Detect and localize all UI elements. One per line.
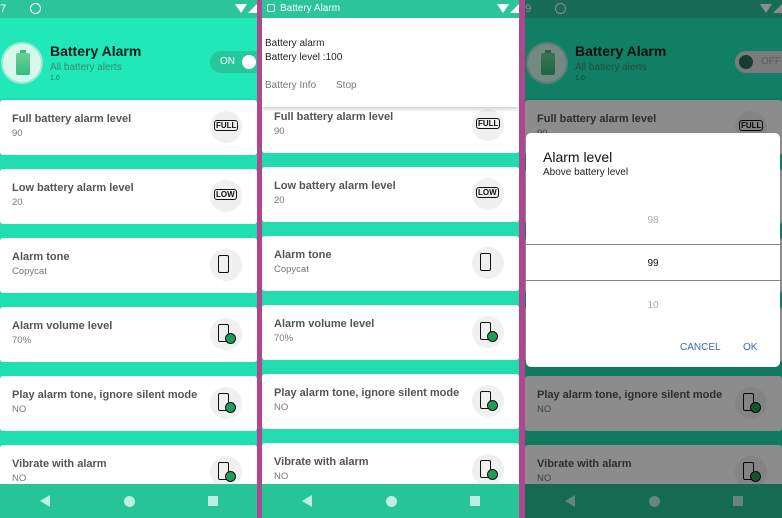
screen-notification: Battery Alarm All battery alerts 1.0 ON …: [262, 0, 519, 518]
toggle-knob: [242, 55, 256, 69]
app-notification-icon: [267, 4, 275, 12]
setting-item[interactable]: Full battery alarm level 90 FULL: [0, 100, 257, 155]
picker-value-next[interactable]: 10: [526, 300, 780, 311]
setting-value: NO: [274, 471, 289, 482]
setting-item[interactable]: Play alarm tone, ignore silent mode NO: [0, 376, 257, 431]
navigation-bar: [0, 484, 257, 518]
setting-item[interactable]: Alarm volume level 70%: [262, 305, 519, 360]
setting-icon: [472, 454, 504, 486]
setting-title: Play alarm tone, ignore silent mode: [12, 389, 198, 401]
status-app-title: Battery Alarm: [280, 3, 341, 14]
sync-off-icon: [30, 3, 41, 14]
cancel-button[interactable]: CANCEL: [680, 342, 721, 353]
signal-icon: [510, 4, 519, 13]
setting-item[interactable]: Alarm tone Copycat: [0, 238, 257, 293]
dialog-title: Alarm level: [543, 149, 613, 165]
setting-item[interactable]: Alarm tone Copycat: [262, 236, 519, 291]
ok-button[interactable]: OK: [743, 342, 757, 353]
wifi-icon: [235, 4, 247, 13]
setting-icon: [472, 316, 504, 348]
stop-action[interactable]: Stop: [336, 80, 357, 91]
setting-value: NO: [12, 404, 27, 415]
setting-title: Vibrate with alarm: [274, 456, 369, 468]
setting-value: NO: [274, 402, 289, 413]
setting-value: 20: [12, 197, 23, 208]
setting-icon: FULL: [210, 111, 242, 143]
picker-value-selected[interactable]: 99: [526, 258, 780, 269]
recents-icon[interactable]: [470, 496, 480, 506]
setting-value: 70%: [12, 335, 32, 346]
setting-icon: [210, 318, 242, 350]
alarm-level-dialog: Alarm level Above battery level 98 99 10…: [526, 133, 780, 367]
setting-title: Full battery alarm level: [12, 113, 132, 125]
app-subtitle: All battery alerts: [50, 62, 122, 73]
wifi-icon: [497, 4, 509, 13]
setting-value: Copycat: [274, 264, 309, 275]
setting-title: Low battery alarm level: [12, 182, 134, 194]
screen-alarm-level-dialog: 19 Battery Alarm All battery alerts 1.0 …: [525, 0, 782, 518]
setting-icon: LOW: [210, 180, 242, 212]
setting-icon: [210, 249, 242, 281]
setting-item[interactable]: Low battery alarm level 20 LOW: [0, 169, 257, 224]
recents-icon[interactable]: [208, 496, 218, 506]
setting-value: 70%: [274, 333, 294, 344]
setting-value: 90: [12, 128, 23, 139]
status-bar: 07: [0, 0, 257, 18]
setting-title: Play alarm tone, ignore silent mode: [274, 387, 460, 399]
picker-divider: [526, 280, 780, 281]
signal-icon: [248, 4, 257, 13]
setting-title: Alarm volume level: [274, 318, 375, 330]
picker-value-prev[interactable]: 98: [526, 215, 780, 226]
home-icon[interactable]: [386, 496, 397, 507]
screen-main-on: 07 Battery Alarm All battery alerts 1.0 …: [0, 0, 257, 518]
status-bar: Battery Alarm: [262, 0, 519, 18]
setting-icon: [472, 385, 504, 417]
setting-title: Low battery alarm level: [274, 180, 396, 192]
setting-title: Alarm tone: [12, 251, 70, 263]
picker-divider: [526, 244, 780, 245]
setting-item[interactable]: Alarm volume level 70%: [0, 307, 257, 362]
notification-title: Battery alarm: [265, 38, 325, 49]
alarm-toggle[interactable]: ON: [210, 51, 257, 73]
setting-title: Alarm tone: [274, 249, 332, 261]
navigation-bar: [262, 484, 519, 518]
setting-title: Vibrate with alarm: [12, 458, 107, 470]
setting-icon: [472, 247, 504, 279]
back-icon[interactable]: [40, 495, 50, 507]
setting-icon: LOW: [472, 178, 504, 210]
setting-item[interactable]: Low battery alarm level 20 LOW: [262, 167, 519, 222]
battery-info-action[interactable]: Battery Info: [265, 80, 316, 91]
back-icon[interactable]: [302, 495, 312, 507]
status-clock: 07: [0, 3, 7, 15]
app-version: 1.0: [50, 75, 60, 82]
notification-text: Battery level :100: [265, 52, 343, 63]
app-logo-battery-icon: [1, 42, 43, 84]
setting-value: 90: [274, 126, 285, 137]
setting-value: Copycat: [12, 266, 47, 277]
setting-title: Alarm volume level: [12, 320, 113, 332]
notification[interactable]: Battery alarm Battery level :100 Battery…: [262, 18, 519, 107]
setting-value: NO: [12, 473, 27, 484]
app-header: Battery Alarm All battery alerts 1.0 ON: [0, 18, 257, 98]
home-icon[interactable]: [124, 496, 135, 507]
setting-title: Full battery alarm level: [274, 111, 394, 123]
setting-icon: FULL: [472, 109, 504, 141]
setting-item[interactable]: Play alarm tone, ignore silent mode NO: [262, 374, 519, 429]
setting-icon: [210, 387, 242, 419]
dialog-subtitle: Above battery level: [543, 167, 629, 178]
app-title: Battery Alarm: [50, 43, 142, 59]
toggle-label: ON: [220, 56, 235, 67]
setting-value: 20: [274, 195, 285, 206]
